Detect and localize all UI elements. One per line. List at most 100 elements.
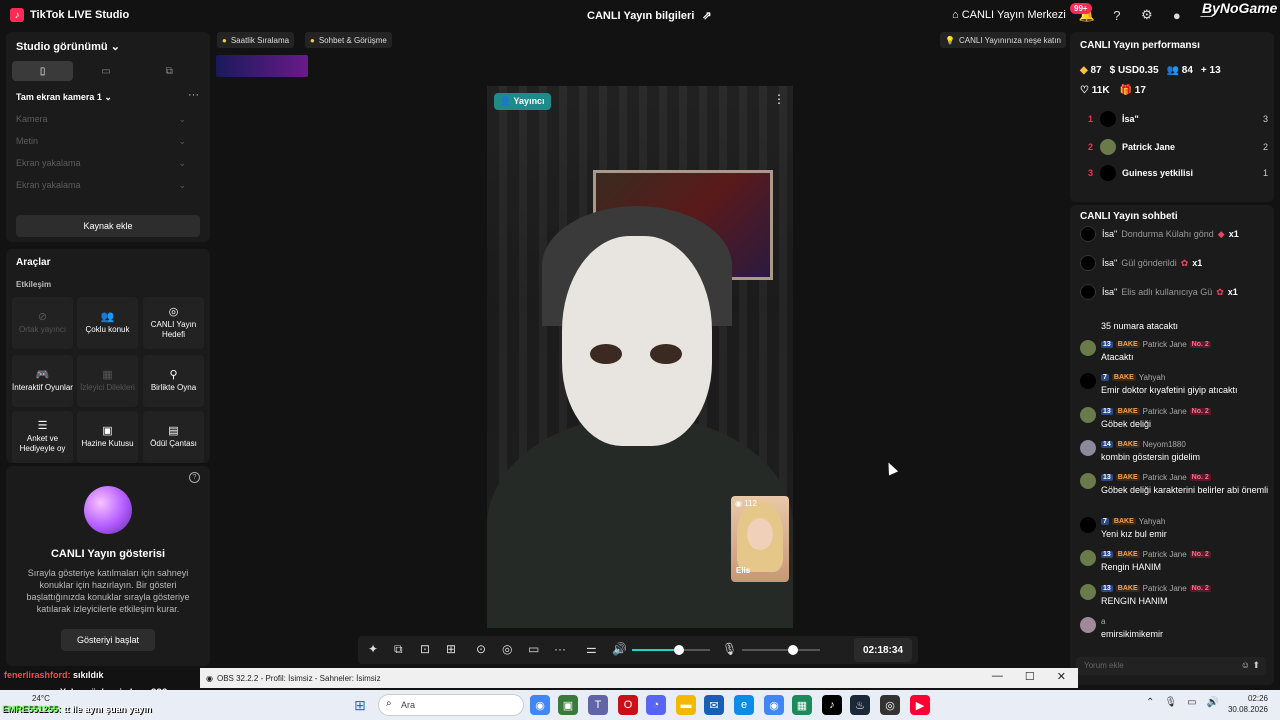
opera-icon[interactable]: O [618,695,638,715]
chat-call-chip[interactable]: ● Sohbet & Görüşme [305,32,392,48]
tool-cohost[interactable]: ⊘ Ortak yayıncı [12,297,73,349]
taskbar-search[interactable]: ⌕ Ara [378,694,524,716]
tiktok-icon[interactable]: ♪ [822,695,842,715]
tool-interactive-games[interactable]: 🎮 İnteraktif Oyunlar [12,355,73,407]
source-screen-2[interactable]: Ekran yakalama ⌄ [16,180,186,191]
users-icon: 👥 [100,310,115,323]
more-icon[interactable]: ··· [188,89,199,101]
gift-user: İsa" [1102,229,1118,239]
more-icon[interactable]: ⋮ [773,92,785,106]
video-icon[interactable]: ▭ [528,642,539,656]
disco-ball-icon [84,486,132,534]
folder-icon[interactable]: ▬ [676,695,696,715]
record-icon[interactable]: ⊙ [476,642,486,656]
gear-icon[interactable]: ⚙ [1138,6,1156,24]
live-center-button[interactable]: ⌂ CANLI Yayın Merkezi [952,9,1066,21]
live-performance-panel: CANLI Yayın performansı ◆ 87 $ USD0.35 👥… [1070,32,1274,202]
tool-treasure-box[interactable]: ▣ Hazine Kutusu [77,411,138,463]
studio-view-title[interactable]: Studio görünümü ⌄ [16,40,120,53]
mic-slider[interactable] [742,649,820,651]
windows-start-icon[interactable]: ⊞ [350,695,370,715]
maximize-icon[interactable]: ☐ [1025,670,1035,683]
taskbar-clock[interactable]: 02:26 30.08.2026 [1226,693,1268,715]
coin-icon: ● [222,35,227,45]
share-icon[interactable]: ⇗ [702,9,711,22]
scene-selector[interactable]: Tam ekran kamera 1 ⌄ [16,92,112,103]
live-info-title[interactable]: CANLI Yayın bilgileri ⇗ [587,9,712,23]
weather-widget[interactable]: 24°C [32,694,50,703]
mail-icon[interactable]: ✉ [704,695,724,715]
chevron-up-icon[interactable]: ⌃ [1146,697,1154,708]
landscape-button[interactable]: ▭ [75,61,136,81]
comment-input[interactable]: Yorum ekle ☺ ⬆ [1076,657,1266,675]
chrome-icon-2[interactable]: ◉ [764,695,784,715]
tool-viewer-wishes[interactable]: ▦ İzleyici Dilekleri [77,355,138,407]
promo-banner[interactable] [216,55,308,77]
obs-icon[interactable]: ◎ [880,695,900,715]
message-text: Atacaktı [1101,352,1134,362]
weather-temp: 24°C [32,694,50,703]
rank-row[interactable]: 3 Guiness yetkilisi 1 [1080,162,1268,184]
rank-badge: No. 2 [1189,408,1211,415]
effects-icon[interactable]: ⧉ [394,642,403,657]
volume-icon[interactable]: 🔊 [612,642,627,656]
steam-icon[interactable]: ♨ [850,695,870,715]
source-screen-1[interactable]: Ekran yakalama ⌄ [16,158,186,169]
source-camera[interactable]: Kamera ⌄ [16,114,186,125]
link-icon: ⊘ [37,310,48,323]
lightbulb-icon: 💡 [945,35,955,45]
youtube-icon[interactable]: ▶ [910,695,930,715]
magic-wand-icon[interactable]: ✦ [368,642,378,656]
add-source-button[interactable]: Kaynak ekle [16,215,200,237]
guest-tile[interactable]: ◉ 112 Elis [731,496,789,582]
portrait-button[interactable]: ▯ [12,61,74,81]
tool-multi-guest[interactable]: 👥 Çoklu konuk [77,297,138,349]
tool-play-together[interactable]: ⚲ Birlikte Oyna [143,355,204,407]
obs-window-bar[interactable]: ◉ OBS 32.2.2 - Profil: İsimsiz - Sahnele… [200,668,1078,688]
more-icon[interactable]: ··· [554,642,566,656]
help-icon[interactable]: ? [1108,6,1126,24]
source-text[interactable]: Metin ⌄ [16,136,186,147]
sliders-icon[interactable]: ⚌ [586,642,597,656]
overlay-user: EMRE551255: [2,704,62,714]
network-icon[interactable]: ▭ [1187,697,1196,708]
chrome-icon[interactable]: ◉ [530,695,550,715]
tool-reward-bag[interactable]: ▤ Ödül Çantası [143,411,204,463]
avatar [1100,111,1116,127]
avatar[interactable]: ● [1168,6,1186,24]
gift-row: İsa" Dondurma Külahı gönd ◆ x1 [1080,224,1270,244]
rank-row[interactable]: 1 İsa" 3 [1080,108,1268,130]
discord-icon[interactable]: ◔ [646,695,666,715]
dual-button[interactable]: ⧉ [139,61,200,81]
volume-knob[interactable] [673,645,684,655]
add-scene-icon[interactable]: ⊞ [446,642,456,656]
fan-badge: BAKE [1115,341,1140,348]
focus-icon[interactable]: ◎ [502,642,512,656]
rank-row[interactable]: 2 Patrick Jane 2 [1080,136,1268,158]
tool-live-goal[interactable]: ◎ CANLI Yayın Hedefi [143,297,204,349]
hourly-ranking-chip[interactable]: ● Saatlik Sıralama [217,32,295,48]
mic-icon[interactable]: 🎙 [722,642,737,656]
mic-knob[interactable] [787,645,798,655]
comment-placeholder: Yorum ekle [1084,661,1124,670]
help-icon[interactable]: ? [189,472,200,483]
tool-poll[interactable]: ☰ Anket ve Hediyeyle oy [12,411,73,463]
app-title-text: TikTok LIVE Studio [30,9,130,21]
mic-icon[interactable]: 🎙 [1164,697,1177,708]
tip-chip[interactable]: 💡 CANLI Yayınınıza neşe katın [940,32,1066,48]
edge-icon[interactable]: e [734,695,754,715]
volume-icon[interactable]: 🔊 [1207,697,1219,708]
start-show-button[interactable]: Gösteriyi başlat [61,629,155,651]
camera-effects-icon[interactable]: ⊡ [420,642,430,656]
performance-title: CANLI Yayın performansı [1080,40,1200,51]
message-text: Emir doktor kıyafetini giyip atıcaktı [1101,385,1238,395]
close-icon[interactable]: ✕ [1057,670,1066,683]
minimize-icon[interactable]: — [992,670,1003,683]
teams-icon[interactable]: T [588,695,608,715]
message-text: Rengin HANIM [1101,562,1162,572]
app-icon[interactable]: ▦ [792,695,812,715]
emoji-send-icons[interactable]: ☺ ⬆ [1241,660,1260,671]
volume-slider[interactable] [632,649,710,651]
diamond-icon: ◆ [1080,65,1088,76]
store-icon[interactable]: ▣ [558,695,578,715]
